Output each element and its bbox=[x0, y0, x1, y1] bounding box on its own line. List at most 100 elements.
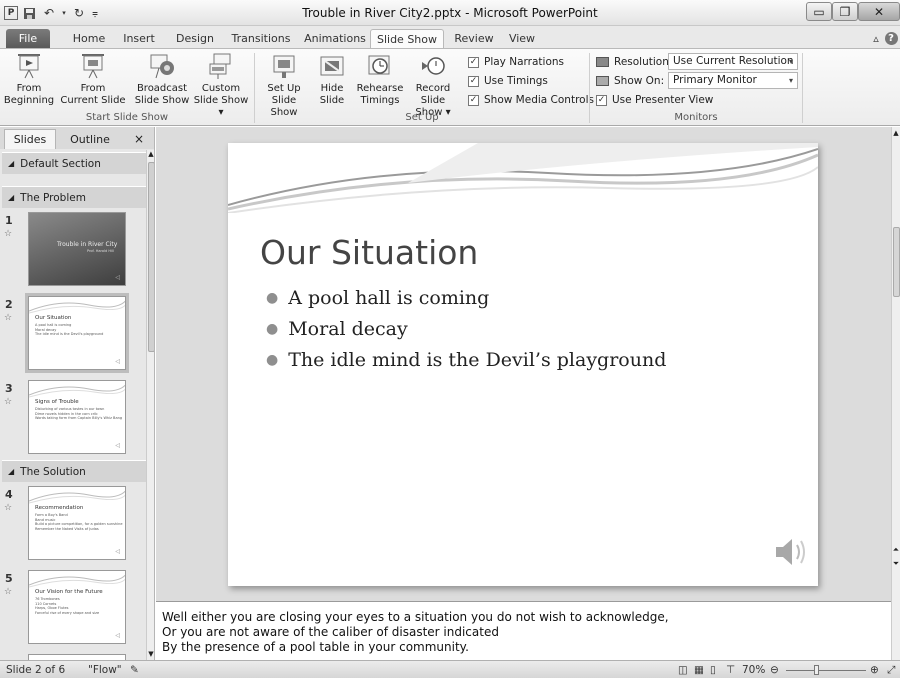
tab-animations[interactable]: Animations bbox=[300, 29, 370, 48]
hide-slide-button[interactable]: Hide Slide bbox=[312, 52, 352, 112]
ribbon-tab-row: File Home Insert Design Transitions Anim… bbox=[0, 26, 900, 48]
setup-slideshow-icon bbox=[269, 52, 299, 80]
tab-view[interactable]: View bbox=[502, 29, 542, 48]
pane-scrollbar[interactable]: ▲ ▼ bbox=[146, 150, 154, 660]
slide-title[interactable]: Our Situation bbox=[260, 233, 478, 272]
window-title: Trouble in River City2.pptx - Microsoft … bbox=[302, 6, 598, 20]
normal-view-icon[interactable]: ◫ bbox=[678, 663, 688, 677]
speaker-icon: ◁ bbox=[115, 274, 120, 281]
checkbox-checked-icon: ✓ bbox=[468, 94, 479, 106]
tab-file[interactable]: File bbox=[6, 29, 50, 48]
minimize-button[interactable]: ▭ bbox=[806, 2, 832, 21]
wave-decoration bbox=[228, 143, 818, 213]
wave-decoration bbox=[29, 574, 125, 588]
slide-bullet[interactable]: ● Moral decay bbox=[266, 318, 408, 340]
from-current-slide-button[interactable]: From Current Slide bbox=[58, 52, 128, 112]
slide-thumbnail-list: ◢ Default Section ◢ The Problem 1 ☆ Troubl… bbox=[0, 150, 146, 660]
slide-number: 5 bbox=[5, 572, 13, 585]
wave-decoration bbox=[29, 490, 125, 504]
from-beginning-button[interactable]: From Beginning bbox=[2, 52, 56, 112]
broadcast-slide-show-button[interactable]: Broadcast Slide Show bbox=[134, 52, 190, 112]
speaker-icon: ◁ bbox=[115, 358, 120, 365]
show-on-dropdown[interactable]: Primary Monitor ▾ bbox=[668, 72, 798, 89]
slide-thumbnail-4[interactable]: Recommendation Form a Boy's Band Band mu… bbox=[28, 486, 126, 560]
tab-transitions[interactable]: Transitions bbox=[226, 29, 296, 48]
zoom-out-icon[interactable]: ⊖ bbox=[770, 663, 779, 677]
scroll-thumb[interactable] bbox=[893, 227, 900, 297]
editor-scrollbar[interactable]: ▲ ⏶ ⏷ bbox=[891, 127, 900, 660]
record-slide-show-button[interactable]: Record Slide Show ▾ bbox=[404, 52, 462, 118]
group-label-monitors: Monitors bbox=[674, 112, 718, 123]
checkbox-checked-icon: ✓ bbox=[468, 75, 479, 87]
transition-star-icon: ☆ bbox=[4, 313, 13, 323]
thumb-subtitle: Prof. Harold Hill bbox=[87, 249, 114, 253]
use-presenter-view-checkbox[interactable]: ✓ Use Presenter View bbox=[596, 92, 713, 108]
transition-star-icon: ☆ bbox=[4, 229, 13, 239]
help-icon[interactable]: ? bbox=[884, 29, 898, 48]
section-header[interactable]: ◢ The Solution bbox=[2, 460, 146, 482]
collapse-triangle-icon: ◢ bbox=[8, 159, 15, 168]
zoom-in-icon[interactable]: ⊕ bbox=[870, 663, 879, 677]
close-button[interactable]: ✕ bbox=[858, 2, 900, 21]
tab-outline[interactable]: Outline bbox=[60, 129, 120, 149]
chevron-down-icon: ▾ bbox=[788, 76, 793, 85]
thumb-title: Trouble in River City bbox=[57, 241, 118, 248]
previous-slide-icon[interactable]: ⏶ bbox=[892, 545, 900, 555]
show-media-controls-checkbox[interactable]: ✓ Show Media Controls bbox=[468, 92, 594, 108]
restore-button[interactable]: ❐ bbox=[832, 2, 858, 21]
monitor-resolution-icon bbox=[596, 57, 609, 67]
notes-line: By the presence of a pool table in your … bbox=[162, 640, 469, 654]
monitor-show-on-icon bbox=[596, 76, 609, 86]
tab-home[interactable]: Home bbox=[66, 29, 112, 48]
slide-thumbnail-2[interactable]: Our Situation A pool hall is coming Mora… bbox=[25, 293, 129, 373]
section-header[interactable]: ◢ The Problem bbox=[2, 186, 146, 208]
broadcast-icon bbox=[147, 52, 177, 80]
resolution-dropdown[interactable]: Use Current Resolution ▾ bbox=[668, 53, 798, 70]
slide-number: 1 bbox=[5, 214, 13, 227]
zoom-slider-thumb[interactable] bbox=[814, 664, 819, 675]
tab-slide-show[interactable]: Slide Show bbox=[370, 29, 444, 48]
section-header[interactable]: ◢ Default Section bbox=[2, 152, 146, 174]
theme-name[interactable]: "Flow" bbox=[88, 663, 122, 677]
close-pane-icon[interactable]: × bbox=[132, 129, 146, 149]
use-timings-checkbox[interactable]: ✓ Use Timings bbox=[468, 73, 548, 89]
zoom-slider[interactable] bbox=[786, 663, 866, 677]
scroll-thumb[interactable] bbox=[148, 162, 154, 352]
tab-design[interactable]: Design bbox=[170, 29, 220, 48]
set-up-slide-show-button[interactable]: Set Up Slide Show bbox=[258, 52, 310, 118]
scroll-up-icon[interactable]: ▲ bbox=[147, 150, 154, 160]
thumb-title: Recommendation bbox=[35, 505, 84, 511]
slide-canvas[interactable]: Our Situation ● A pool hall is coming ● Mo… bbox=[228, 143, 818, 586]
slide-thumbnail-5[interactable]: Our Vision for the Future 76 Trombones 1… bbox=[28, 570, 126, 644]
title-bar: P ↶ ▾ ↻ ⩦ Trouble in River City2.pptx - … bbox=[0, 0, 900, 26]
slide-thumbnail-1[interactable]: Trouble in River City Prof. Harold Hill … bbox=[28, 212, 126, 286]
bullet-dot-icon: ● bbox=[266, 290, 279, 306]
play-narrations-checkbox[interactable]: ✓ Play Narrations bbox=[468, 54, 564, 70]
slide-bullet[interactable]: ● The idle mind is the Devil’s playground bbox=[266, 349, 666, 371]
chevron-down-icon: ▾ bbox=[788, 57, 793, 66]
checkbox-checked-icon: ✓ bbox=[468, 56, 479, 68]
speaker-icon[interactable] bbox=[770, 532, 810, 572]
notes-line: Well either you are closing your eyes to… bbox=[162, 610, 669, 624]
slide-bullet[interactable]: ● A pool hall is coming bbox=[266, 287, 489, 309]
thumb-bullets: 76 Trombones 110 Cornets Harps, Oboe Flu… bbox=[35, 597, 100, 615]
tab-insert[interactable]: Insert bbox=[116, 29, 162, 48]
rehearse-timings-button[interactable]: Rehearse Timings bbox=[356, 52, 404, 112]
notes-pane[interactable]: Well either you are closing your eyes to… bbox=[156, 601, 891, 660]
reading-view-icon[interactable]: ▯ bbox=[710, 663, 716, 677]
group-separator bbox=[802, 53, 803, 123]
next-slide-icon[interactable]: ⏷ bbox=[892, 559, 900, 569]
tab-slides[interactable]: Slides bbox=[4, 129, 56, 149]
slide-thumbnail-3[interactable]: Signs of Trouble Disturbing of various t… bbox=[28, 380, 126, 454]
slide-show-view-icon[interactable]: ⊤ bbox=[726, 663, 735, 677]
minimize-ribbon-icon[interactable]: ▵ bbox=[870, 29, 882, 48]
tab-review[interactable]: Review bbox=[450, 29, 498, 48]
slide-sorter-icon[interactable]: ▦ bbox=[694, 663, 704, 677]
stopwatch-icon bbox=[365, 52, 395, 80]
scroll-down-icon[interactable]: ▼ bbox=[147, 650, 154, 660]
scroll-up-icon[interactable]: ▲ bbox=[892, 129, 900, 137]
spell-check-icon[interactable]: ✎ bbox=[130, 663, 139, 677]
custom-slide-show-button[interactable]: Custom Slide Show ▾ bbox=[190, 52, 252, 118]
fit-to-window-icon[interactable]: ⤢ bbox=[887, 663, 895, 677]
zoom-level[interactable]: 70% bbox=[742, 663, 765, 677]
